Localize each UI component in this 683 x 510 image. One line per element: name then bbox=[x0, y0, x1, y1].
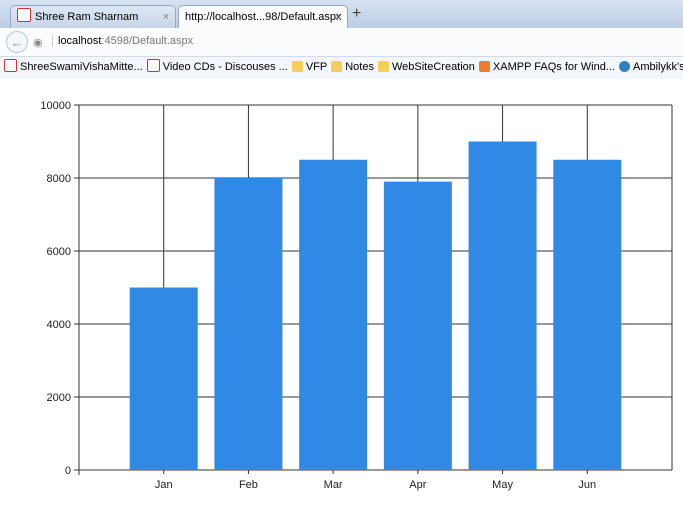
tab-title: Shree Ram Sharnam bbox=[35, 11, 139, 23]
navigation-bar: ← ◉ localhost:4598/Default.aspx bbox=[0, 28, 683, 57]
bookmark-item[interactable]: XAMPP FAQs for Wind... bbox=[478, 57, 615, 77]
x-tick-label: Mar bbox=[324, 479, 343, 491]
y-tick-label: 10000 bbox=[40, 100, 71, 112]
y-tick-label: 4000 bbox=[47, 319, 71, 331]
bar-mar bbox=[299, 159, 368, 470]
bookmark-item[interactable]: Video CDs - Discouses ... bbox=[146, 57, 288, 77]
tab-title: http://localhost...98/Default.aspx bbox=[185, 11, 342, 23]
bookmark-label: Notes bbox=[345, 61, 374, 73]
bookmark-item[interactable]: WebSiteCreation bbox=[377, 57, 475, 77]
address-bar[interactable]: localhost:4598/Default.aspx bbox=[52, 35, 193, 47]
y-tick-label: 6000 bbox=[47, 246, 71, 258]
x-tick-label: Jan bbox=[155, 479, 173, 491]
url-path: :4598/Default.aspx bbox=[101, 35, 194, 47]
bookmark-item[interactable]: VFP bbox=[291, 57, 328, 77]
wordpress-icon bbox=[618, 61, 630, 72]
x-tick-label: Apr bbox=[409, 479, 426, 491]
close-tab-icon[interactable]: × bbox=[335, 6, 341, 28]
bar-chart: 0 2000 4000 6000 8000 10000 Jan Feb Mar Apr May Jun bbox=[40, 100, 673, 491]
y-tick-label: 8000 bbox=[47, 173, 71, 185]
page-icon bbox=[146, 59, 160, 72]
page-icon bbox=[4, 59, 17, 72]
bookmark-label: WebSiteCreation bbox=[391, 61, 475, 73]
y-tick-label: 2000 bbox=[47, 392, 71, 404]
folder-icon bbox=[331, 61, 343, 72]
page-icon bbox=[17, 8, 31, 22]
folder-icon bbox=[291, 61, 303, 72]
folder-icon bbox=[377, 61, 389, 72]
new-tab-button[interactable]: + bbox=[352, 5, 361, 23]
bar-jun bbox=[553, 159, 622, 470]
x-tick-label: May bbox=[492, 479, 513, 491]
bookmark-label: Ambilykk's Blog | My I... bbox=[632, 61, 683, 73]
bookmark-item[interactable]: Ambilykk's Blog | My I... bbox=[618, 57, 683, 77]
bookmark-label: ShreeSwamiVishaMitte... bbox=[20, 61, 143, 73]
bookmark-label: XAMPP FAQs for Wind... bbox=[492, 61, 615, 73]
close-tab-icon[interactable]: × bbox=[163, 6, 169, 28]
globe-icon: ◉ bbox=[33, 37, 43, 49]
bar-jan bbox=[129, 287, 198, 470]
bar-may bbox=[468, 141, 537, 470]
bookmarks-bar: ShreeSwamiVishaMitte... Video CDs - Disco… bbox=[0, 57, 683, 79]
bookmark-label: VFP bbox=[305, 61, 328, 73]
url-host: localhost bbox=[58, 35, 102, 47]
back-button[interactable]: ← bbox=[6, 31, 28, 53]
bar-apr bbox=[383, 181, 452, 470]
tab-default-aspx[interactable]: http://localhost...98/Default.aspx × bbox=[178, 5, 348, 28]
xampp-icon bbox=[478, 61, 490, 72]
bookmark-label: Video CDs - Discouses ... bbox=[162, 61, 288, 73]
y-tick-label: 0 bbox=[65, 465, 71, 477]
tab-shree-ram-sharnam[interactable]: Shree Ram Sharnam × bbox=[10, 5, 176, 28]
bar-feb bbox=[214, 178, 283, 470]
bookmark-item[interactable]: ShreeSwamiVishaMitte... bbox=[4, 57, 143, 77]
bookmark-item[interactable]: Notes bbox=[331, 57, 374, 77]
x-tick-label: Jun bbox=[578, 479, 596, 491]
tab-bar: Shree Ram Sharnam × http://localhost...9… bbox=[0, 0, 683, 28]
x-tick-label: Feb bbox=[239, 479, 258, 491]
